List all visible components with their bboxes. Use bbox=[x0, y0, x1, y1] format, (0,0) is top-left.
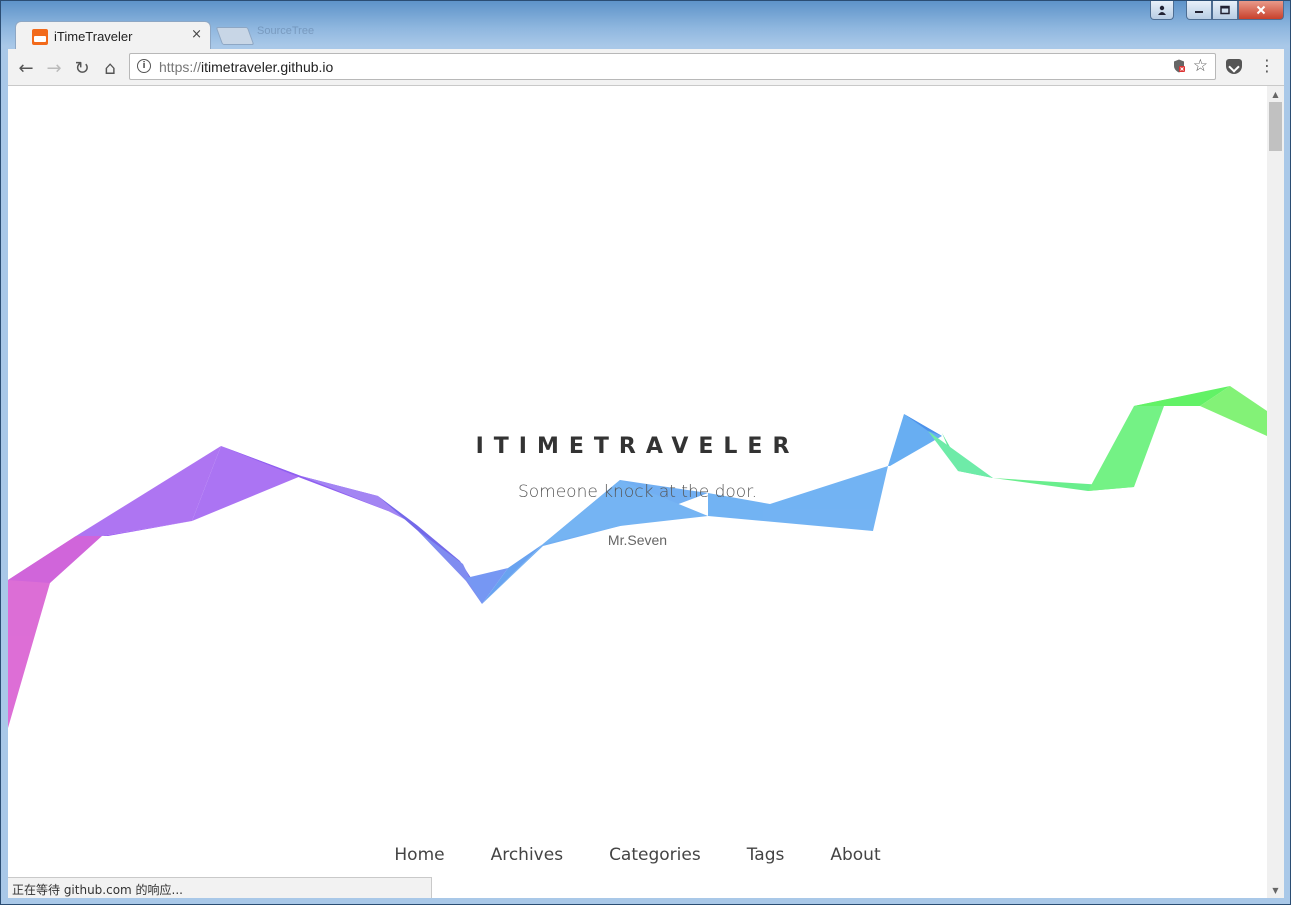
tab-itimetraveler[interactable]: iTimeTraveler × bbox=[15, 21, 211, 49]
home-icon: ⌂ bbox=[104, 57, 116, 79]
url-scheme: https:// bbox=[159, 59, 202, 75]
tab-close-icon[interactable]: × bbox=[191, 27, 202, 42]
url-host: itimetraveler.github.io bbox=[201, 59, 334, 75]
status-bar: 正在等待 github.com 的响应... bbox=[8, 877, 432, 898]
background-window-title: SourceTree bbox=[257, 25, 315, 37]
new-tab-button[interactable] bbox=[215, 27, 255, 45]
reload-button[interactable]: ↻ bbox=[70, 56, 94, 80]
maximize-icon bbox=[1220, 5, 1230, 15]
site-info-icon[interactable]: i bbox=[137, 59, 151, 73]
forward-arrow-icon: → bbox=[46, 57, 62, 79]
bookmark-star-icon[interactable]: ☆ bbox=[1193, 56, 1208, 76]
site-author: Mr.Seven bbox=[607, 532, 668, 548]
site-title: ITIMETRAVELER bbox=[475, 434, 800, 459]
nav-about-link[interactable]: About bbox=[807, 845, 903, 865]
site-navigation: Home Archives Categories Tags About bbox=[8, 845, 1267, 865]
back-button[interactable]: ← bbox=[14, 56, 38, 80]
browser-toolbar: ← → ↻ ⌂ i https://itimetraveler.github.i… bbox=[8, 49, 1284, 86]
reload-icon: ↻ bbox=[74, 57, 90, 79]
page-viewport: ITIMETRAVELER Someone knock at the door.… bbox=[8, 86, 1267, 898]
vertical-scrollbar[interactable]: ▲ ▼ bbox=[1267, 86, 1284, 898]
user-icon bbox=[1158, 5, 1166, 15]
scroll-down-arrow-icon[interactable]: ▼ bbox=[1267, 882, 1284, 898]
site-favicon-icon bbox=[32, 29, 48, 45]
nav-tags-link[interactable]: Tags bbox=[724, 845, 808, 865]
close-icon bbox=[1256, 5, 1266, 15]
forward-button[interactable]: → bbox=[42, 56, 66, 80]
url-text[interactable]: https://itimetraveler.github.io bbox=[159, 59, 333, 75]
tab-title: iTimeTraveler bbox=[54, 29, 133, 44]
site-subtitle: Someone knock at the door. bbox=[517, 482, 758, 502]
menu-icon[interactable]: ⋮ bbox=[1259, 57, 1275, 75]
scroll-thumb[interactable] bbox=[1269, 102, 1282, 151]
pocket-icon[interactable] bbox=[1226, 59, 1242, 74]
tab-strip: iTimeTraveler × SourceTree bbox=[1, 17, 1290, 49]
nav-home-link[interactable]: Home bbox=[371, 845, 467, 865]
minimize-icon bbox=[1195, 11, 1203, 13]
back-arrow-icon: ← bbox=[18, 57, 34, 79]
nav-archives-link[interactable]: Archives bbox=[468, 845, 586, 865]
scroll-up-arrow-icon[interactable]: ▲ bbox=[1267, 86, 1284, 102]
home-button[interactable]: ⌂ bbox=[98, 56, 122, 80]
browser-window: iTimeTraveler × SourceTree ← → ↻ ⌂ i htt… bbox=[0, 0, 1291, 905]
nav-categories-link[interactable]: Categories bbox=[586, 845, 724, 865]
address-bar[interactable]: i https://itimetraveler.github.io ☆ bbox=[129, 53, 1216, 80]
shield-blocked-icon[interactable] bbox=[1173, 59, 1185, 73]
